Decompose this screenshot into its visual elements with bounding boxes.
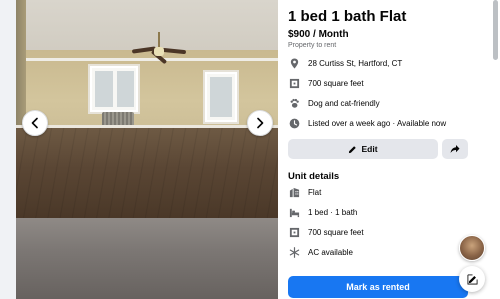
chevron-right-icon — [257, 117, 264, 129]
pencil-icon — [349, 145, 357, 153]
unit-detail-label: Flat — [308, 187, 322, 197]
unit-detail-label: AC available — [308, 247, 353, 257]
pets-row: Dog and cat-friendly — [288, 96, 380, 110]
chevron-left-icon — [31, 117, 38, 129]
panel-scrollbar[interactable] — [493, 0, 498, 60]
listing-photo-viewer — [16, 0, 278, 299]
unit-details-heading: Unit details — [288, 171, 340, 182]
unit-detail-label: 700 square feet — [308, 227, 364, 237]
snowflake-icon — [288, 246, 300, 258]
size-row: 700 square feet — [288, 76, 364, 90]
share-button[interactable] — [442, 139, 468, 159]
share-arrow-icon — [450, 145, 460, 153]
listing-photo — [16, 0, 278, 218]
address-text[interactable]: 28 Curtiss St, Hartford, CT — [308, 59, 402, 68]
new-message-button[interactable] — [459, 266, 485, 292]
listing-price: $900 / Month — [288, 29, 349, 40]
clock-icon — [288, 117, 300, 129]
mark-as-rented-label: Mark as rented — [346, 282, 410, 292]
unit-detail-item: 1 bed · 1 bath — [288, 205, 357, 219]
edit-listing-button[interactable]: Edit — [288, 139, 438, 159]
chat-head-avatar[interactable] — [459, 235, 485, 261]
listed-row: Listed over a week ago · Available now — [288, 116, 446, 130]
listing-title: 1 bed 1 bath Flat — [288, 8, 407, 25]
building-icon — [288, 186, 300, 198]
listing-category: Property to rent — [288, 42, 337, 49]
address-row: 28 Curtiss St, Hartford, CT — [288, 56, 402, 70]
ruler-icon — [288, 226, 300, 238]
unit-detail-item: Flat — [288, 185, 321, 199]
unit-detail-item: 700 square feet — [288, 225, 364, 239]
edit-label: Edit — [361, 144, 378, 154]
next-photo-button[interactable] — [247, 110, 273, 136]
compose-icon — [467, 274, 477, 284]
unit-detail-item: AC available — [288, 245, 353, 259]
previous-photo-button[interactable] — [22, 110, 48, 136]
paw-icon — [288, 97, 300, 109]
mark-as-rented-button[interactable]: Mark as rented — [288, 276, 468, 298]
location-pin-icon — [288, 57, 300, 69]
pets-text: Dog and cat-friendly — [308, 98, 380, 108]
unit-detail-label: 1 bed · 1 bath — [308, 207, 358, 217]
page-background-left — [0, 0, 16, 299]
next-photo-preview — [16, 218, 278, 299]
ruler-icon — [288, 77, 300, 89]
listed-text: Listed over a week ago · Available now — [308, 118, 447, 128]
bed-icon — [288, 206, 300, 218]
size-text: 700 square feet — [308, 78, 364, 88]
